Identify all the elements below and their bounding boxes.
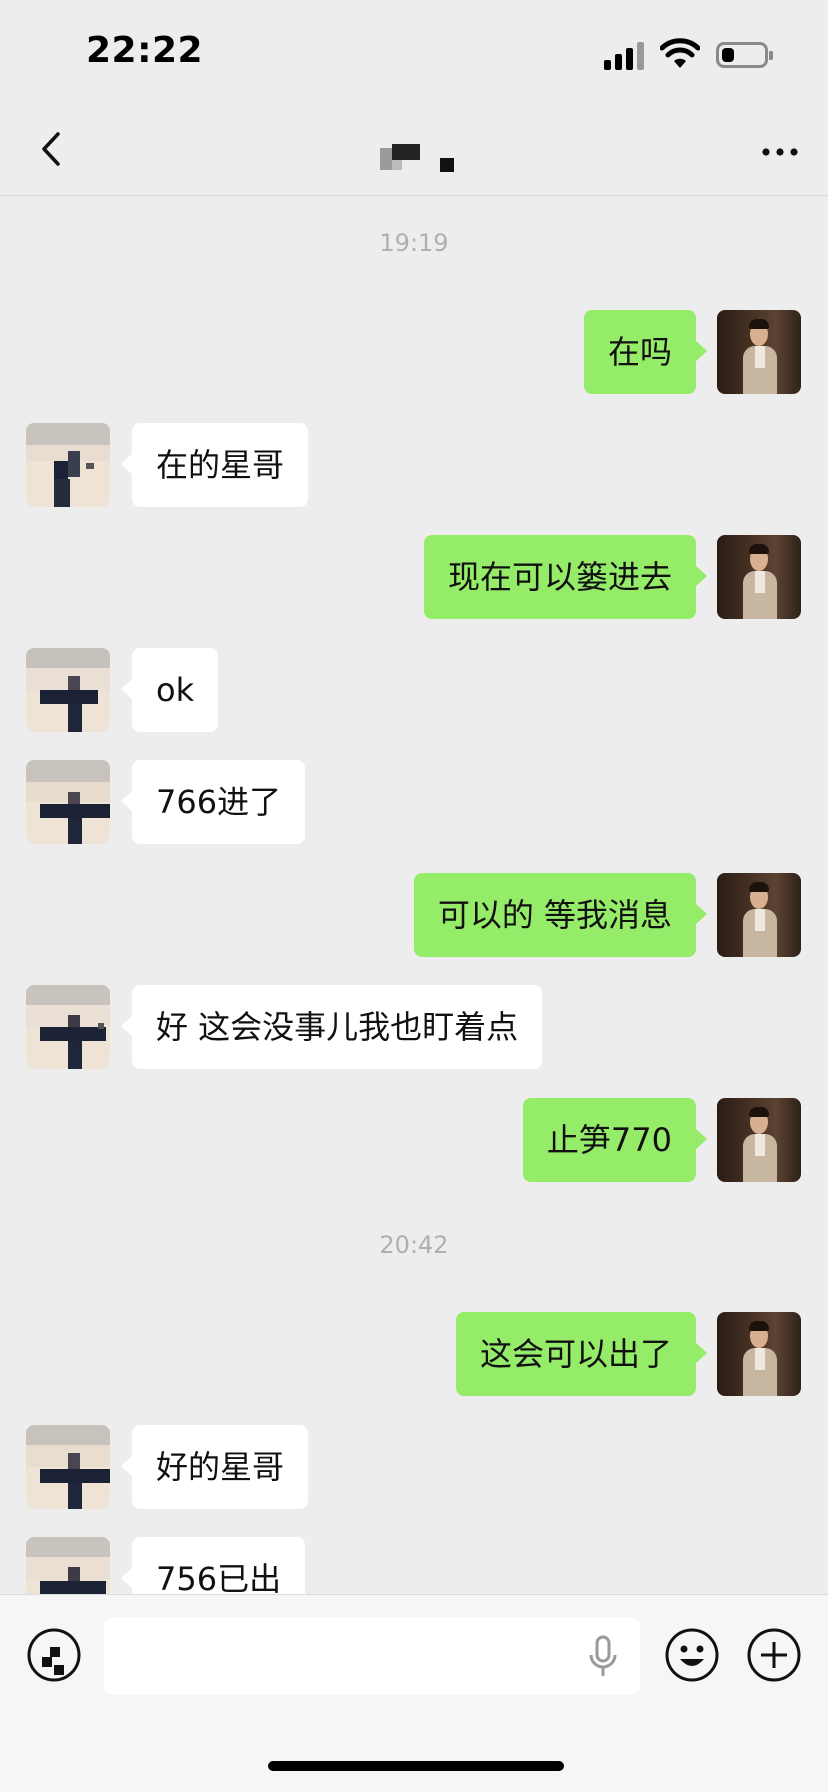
home-indicator (268, 1761, 564, 1771)
chat-header (0, 104, 828, 196)
message-row: 这会可以出了 (0, 1312, 828, 1396)
battery-icon (716, 42, 773, 68)
message-row: 止笋770 (0, 1098, 828, 1182)
sent-message-bubble[interactable]: 现在可以篓进去 (423, 535, 708, 619)
sent-message-bubble[interactable]: 这会可以出了 (455, 1312, 708, 1396)
received-message-bubble[interactable]: 好的星哥 (120, 1425, 309, 1509)
battery-level (722, 48, 734, 62)
message-row: 756已出 (0, 1537, 828, 1594)
message-row: 好 这会没事儿我也盯着点 (0, 985, 828, 1069)
contact-avatar[interactable] (26, 985, 110, 1069)
contact-avatar[interactable] (26, 1537, 110, 1594)
emoji-icon[interactable] (664, 1627, 720, 1683)
plus-circle-icon[interactable] (746, 1627, 802, 1683)
message-row: 可以的 等我消息 (0, 873, 828, 957)
my-avatar[interactable] (717, 873, 801, 957)
message-row: 在的星哥 (0, 423, 828, 507)
wifi-icon (660, 38, 700, 68)
timestamp: 20:42 (379, 1231, 449, 1259)
received-message-bubble[interactable]: 756已出 (120, 1537, 306, 1594)
message-row: 现在可以篓进去 (0, 535, 828, 619)
received-message-bubble[interactable]: 好 这会没事儿我也盯着点 (120, 985, 543, 1069)
contact-avatar[interactable] (26, 1425, 110, 1509)
cellular-signal-icon (604, 42, 646, 70)
received-message-bubble[interactable]: ok (120, 648, 219, 732)
status-time: 22:22 (86, 30, 204, 71)
sent-message-bubble[interactable]: 止笋770 (522, 1098, 708, 1182)
message-row: ok (0, 648, 828, 732)
message-row: 766进了 (0, 760, 828, 844)
message-row: 好的星哥 (0, 1425, 828, 1509)
sent-message-bubble[interactable]: 可以的 等我消息 (413, 873, 708, 957)
contact-name-pixelated (380, 138, 460, 174)
microphone-icon[interactable] (586, 1635, 620, 1679)
input-bar (0, 1594, 828, 1792)
sent-message-bubble[interactable]: 在吗 (583, 310, 708, 394)
contact-avatar[interactable] (26, 760, 110, 844)
my-avatar[interactable] (717, 1098, 801, 1182)
my-avatar[interactable] (717, 1312, 801, 1396)
received-message-bubble[interactable]: 在的星哥 (120, 423, 309, 507)
received-message-bubble[interactable]: 766进了 (120, 760, 306, 844)
chat-messages[interactable]: 19:19 在吗 在的星哥 现在可以篓进去 ok 766进了 可以的 等我消息 … (0, 197, 828, 1594)
contact-avatar[interactable] (26, 648, 110, 732)
more-dots-icon[interactable] (756, 128, 804, 172)
chevron-left-icon[interactable] (30, 124, 74, 174)
my-avatar[interactable] (717, 535, 801, 619)
message-row: 在吗 (0, 310, 828, 394)
my-avatar[interactable] (717, 310, 801, 394)
message-input[interactable] (104, 1617, 640, 1695)
contact-avatar[interactable] (26, 423, 110, 507)
voice-mode-icon[interactable] (26, 1627, 82, 1683)
timestamp: 19:19 (379, 229, 449, 257)
status-bar: 22:22 (0, 0, 828, 104)
